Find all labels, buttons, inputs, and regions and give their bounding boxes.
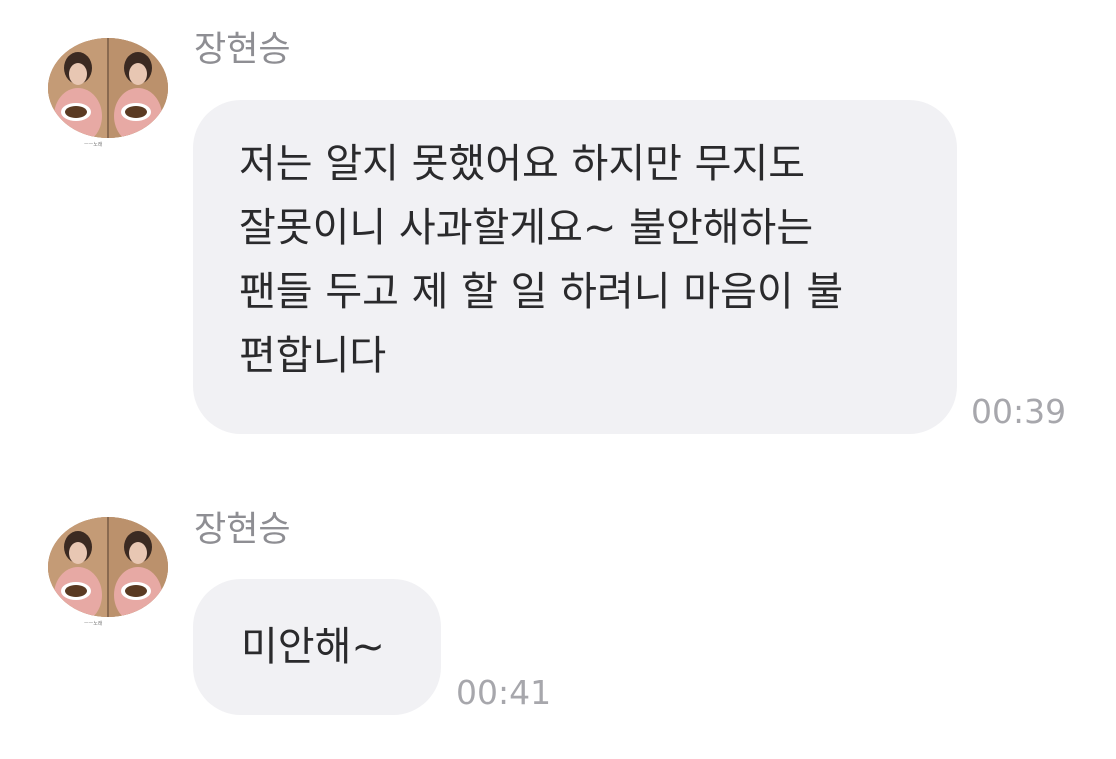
avatar-caption: ㅡㅡ노래 [84, 142, 103, 148]
sender-name: 장현승 [194, 510, 291, 550]
sender-name: 장현승 [194, 30, 291, 70]
message-timestamp: 00:41 [456, 673, 552, 712]
avatar[interactable] [48, 517, 168, 617]
message-text: 미안해~ [241, 624, 385, 670]
message-bubble[interactable]: 저는 알지 못했어요 하지만 무지도 잘못이니 사과할게요~ 불안해하는 팬들 … [193, 100, 957, 434]
message-text: 저는 알지 못했어요 하지만 무지도 잘못이니 사과할게요~ 불안해하는 팬들 … [239, 141, 844, 379]
avatar[interactable] [48, 38, 168, 138]
message-timestamp: 00:39 [971, 392, 1067, 431]
avatar-caption: ㅡㅡ노래 [84, 621, 103, 627]
message-bubble[interactable]: 미안해~ [193, 579, 441, 715]
